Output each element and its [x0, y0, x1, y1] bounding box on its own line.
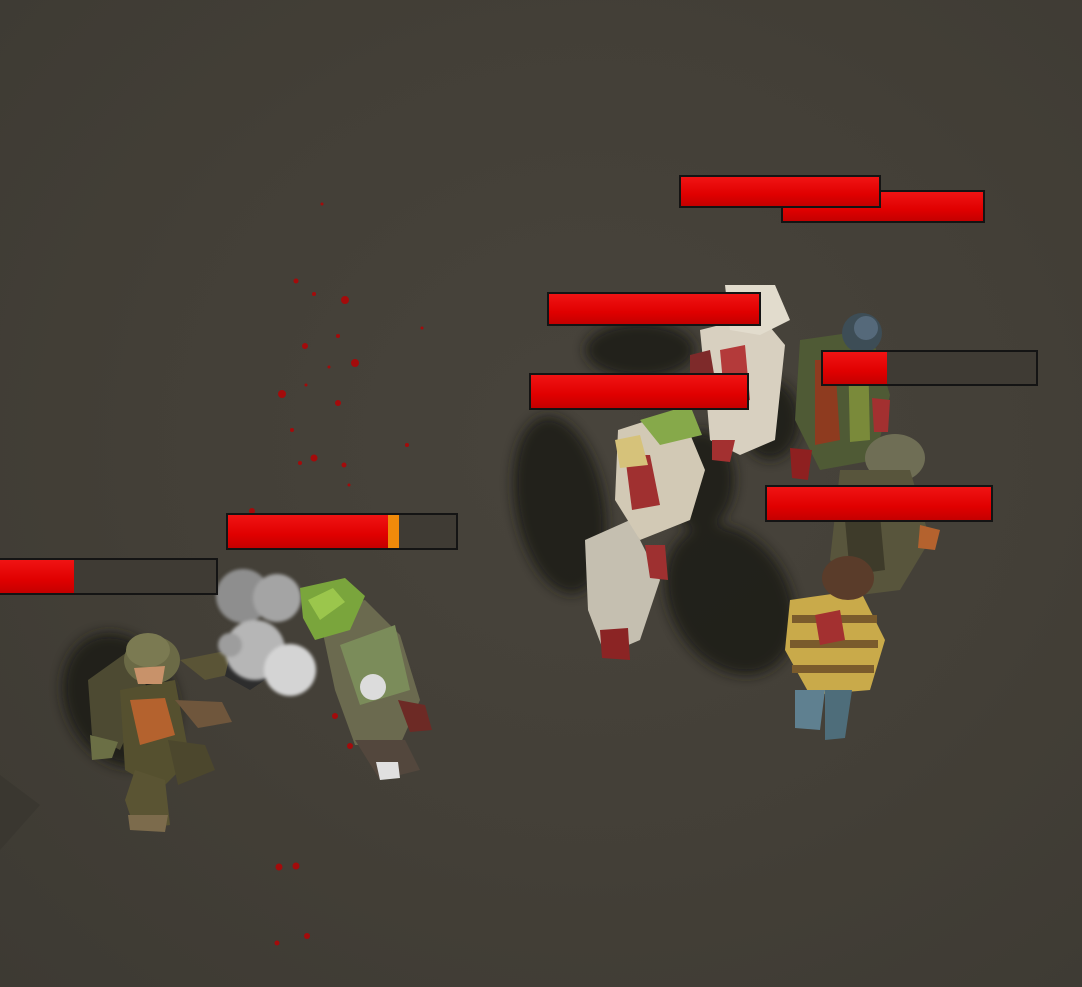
enemy-health-bar — [821, 350, 1038, 386]
enemy-health-bar — [679, 175, 881, 208]
game-viewport[interactable] — [0, 0, 1082, 987]
enemy-health-fill — [767, 487, 991, 520]
enemy-damage-flash — [387, 515, 399, 548]
enemy-health-fill — [228, 515, 388, 548]
zombie-green-cap[interactable] — [300, 578, 432, 780]
enemy-health-fill — [549, 294, 759, 324]
enemy-health-bar — [529, 373, 749, 410]
enemy-health-fill — [823, 352, 887, 384]
enemy-health-fill — [531, 375, 747, 408]
enemy-health-fill — [681, 177, 879, 206]
enemy-health-bar — [765, 485, 993, 522]
zombie-yellow-stripe[interactable] — [785, 556, 885, 740]
player-health-bar — [0, 558, 218, 595]
ground-edge — [0, 775, 40, 850]
player-health-fill — [0, 560, 75, 593]
enemy-health-bar — [226, 513, 458, 550]
enemy-health-bar — [547, 292, 761, 326]
